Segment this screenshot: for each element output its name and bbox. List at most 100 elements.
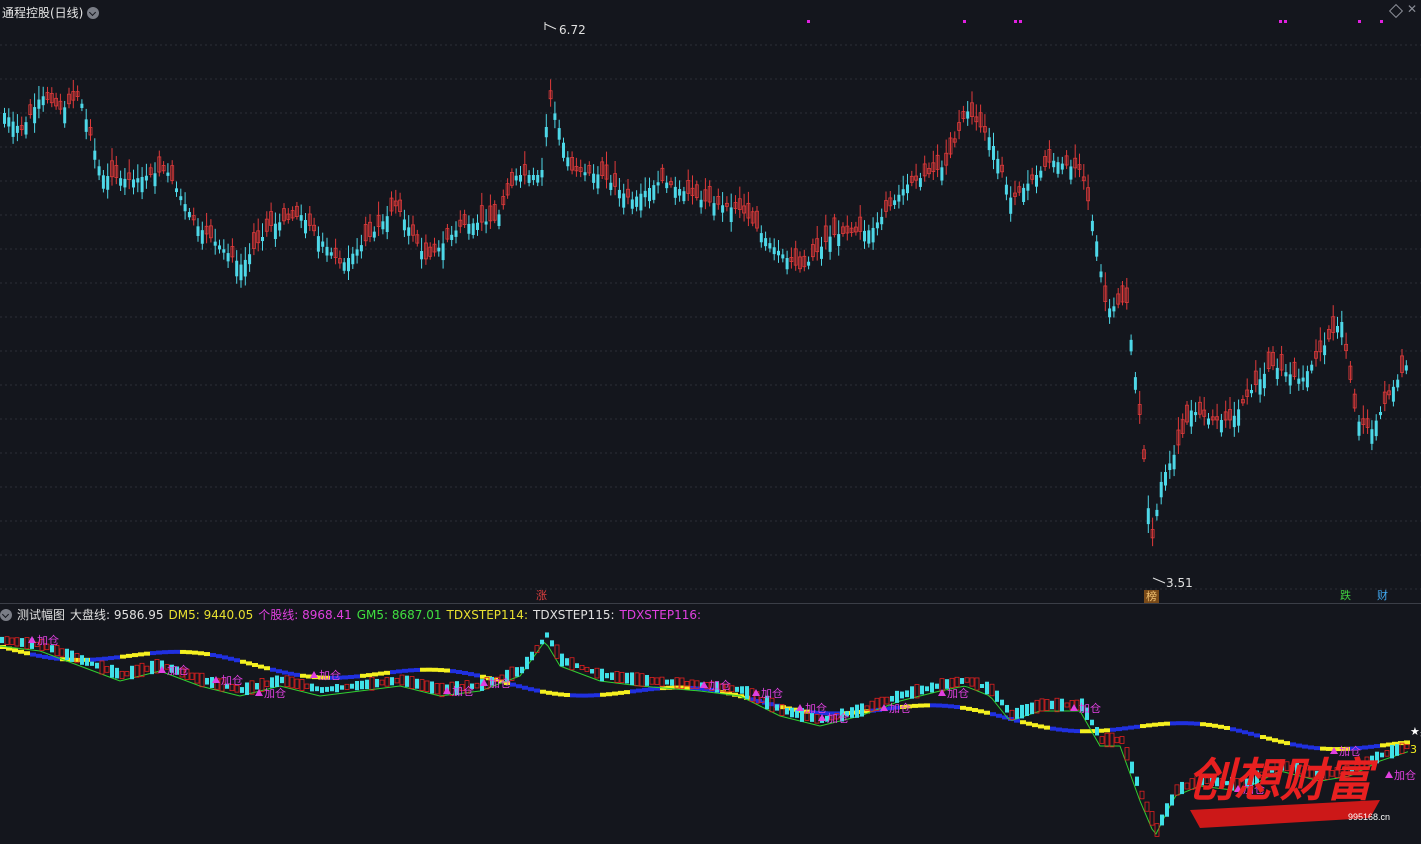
stock-step — [735, 686, 739, 692]
stock-step — [540, 639, 544, 645]
market-step — [246, 661, 252, 666]
candle-body — [1129, 339, 1133, 352]
stock-step — [90, 661, 94, 666]
candle-body — [837, 234, 841, 247]
candle-body — [1336, 326, 1339, 333]
candle-body — [897, 194, 901, 202]
stock-step — [119, 670, 125, 680]
market-step — [354, 674, 360, 679]
stock-step — [350, 683, 354, 689]
stock-step — [579, 665, 585, 670]
candle-body — [996, 158, 1000, 174]
low-pointer — [1152, 577, 1166, 584]
candle-body — [906, 184, 909, 194]
candle-body — [402, 219, 406, 231]
market-step — [114, 655, 120, 660]
market-step — [912, 703, 918, 708]
signal-triangle-icon — [796, 704, 804, 711]
candle-body — [918, 178, 922, 187]
stock-step — [969, 677, 975, 687]
market-step — [294, 672, 300, 677]
stock-step — [80, 655, 84, 665]
stock-step — [520, 666, 524, 674]
market-step — [1062, 728, 1068, 733]
market-step — [1110, 727, 1116, 732]
candle-body — [372, 231, 376, 238]
stock-step — [910, 686, 914, 699]
market-step — [174, 649, 180, 654]
stock-step — [525, 656, 529, 670]
stock-step — [1109, 732, 1115, 748]
market-step — [432, 667, 438, 672]
market-step — [402, 668, 408, 673]
candle-body — [497, 214, 501, 226]
stock-step — [1020, 704, 1024, 719]
market-step — [1230, 727, 1236, 732]
stock-step — [189, 672, 195, 680]
market-step — [1128, 725, 1134, 730]
stock-step — [649, 677, 655, 685]
market-step — [984, 710, 990, 715]
stock-step — [1099, 736, 1105, 744]
market-step — [342, 675, 348, 680]
candle-body — [1039, 170, 1043, 178]
stock-step — [600, 668, 604, 682]
candle-body — [665, 182, 669, 189]
market-step — [918, 703, 924, 708]
market-step — [936, 703, 942, 708]
market-step — [642, 687, 648, 692]
candle-body — [123, 178, 127, 188]
signal-label: 加仓 — [709, 678, 731, 692]
market-step — [240, 659, 246, 664]
high-price-label: 6.72 — [559, 23, 586, 37]
stock-step — [85, 657, 89, 666]
stock-step — [1005, 704, 1009, 713]
candle-body — [966, 111, 970, 119]
stock-step — [569, 657, 575, 671]
candle-body — [592, 173, 596, 183]
candle-body — [893, 200, 897, 205]
close-icon[interactable]: ✕ — [1407, 2, 1417, 16]
marker-cai[interactable]: 财 — [1375, 589, 1390, 602]
stock-step — [130, 665, 134, 680]
stock-step — [310, 683, 314, 692]
candle-body — [359, 245, 363, 252]
signal-label: 加仓 — [264, 686, 286, 700]
stock-step — [515, 667, 519, 677]
stock-step — [240, 687, 244, 693]
stock-step — [954, 676, 960, 688]
candle-body — [1056, 162, 1060, 174]
candle-body — [1035, 175, 1038, 187]
stock-step — [594, 667, 600, 679]
stock-step — [1160, 814, 1164, 826]
stock-step — [255, 683, 259, 690]
candlestick-chart[interactable]: 6.72 3.51 — [0, 0, 1421, 604]
marker-die[interactable]: 跌 — [1338, 589, 1353, 602]
panel-divider[interactable] — [0, 603, 1421, 604]
svg-text:995168.cn: 995168.cn — [1348, 812, 1390, 822]
stock-step — [1054, 697, 1060, 713]
stock-step — [654, 677, 660, 686]
market-step — [192, 650, 198, 655]
stock-step — [1114, 736, 1120, 744]
candle-body — [1194, 412, 1198, 416]
stock-step — [1165, 803, 1169, 817]
market-step — [552, 691, 558, 696]
stock-step — [900, 691, 904, 699]
stock-step — [814, 713, 820, 724]
candle-body — [1370, 429, 1374, 444]
candle-body — [759, 233, 763, 243]
signal-dot — [1358, 20, 1361, 23]
stock-step — [124, 671, 130, 677]
candlestick-svg[interactable]: 6.72 3.51 — [0, 0, 1421, 604]
stock-step — [205, 677, 209, 685]
chart-title-bar: 通程控股(日线) — [2, 4, 100, 21]
stock-step — [850, 707, 854, 718]
market-step — [30, 652, 36, 657]
marker-zhang[interactable]: 涨 — [534, 589, 549, 602]
candle-body — [1026, 183, 1030, 191]
marker-bang[interactable]: 榜 — [1144, 590, 1159, 603]
chevron-down-icon[interactable] — [87, 6, 100, 19]
market-step — [12, 648, 18, 653]
market-step — [90, 657, 96, 662]
